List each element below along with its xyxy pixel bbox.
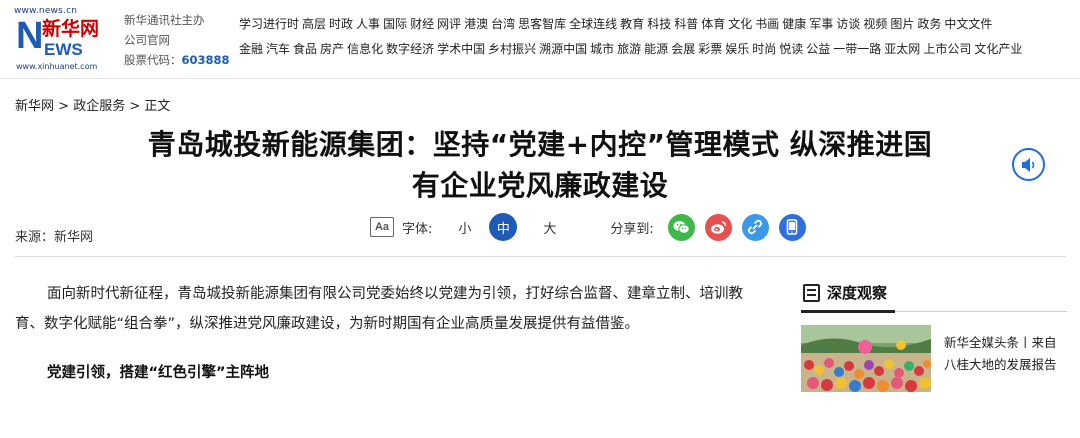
article-title-line-2: 有企业党风廉政建设 [411, 169, 669, 202]
sidebar-news-thumbnail[interactable] [801, 325, 931, 392]
font-size-small[interactable]: 小 [458, 218, 471, 237]
nav-link[interactable]: 科技 [647, 17, 671, 31]
breadcrumb-section[interactable]: 政企服务 [73, 99, 125, 114]
site-header: www.news.cn N 新华网 EWS www.xinhuanet.com … [0, 0, 1080, 79]
read-aloud-button[interactable] [1012, 148, 1045, 181]
breadcrumb-home[interactable]: 新华网 [15, 99, 54, 114]
nav-link[interactable]: 会展 [671, 42, 695, 56]
article-subheading: 党建引领，搭建“红色引擎”主阵地 [47, 365, 270, 381]
share-mobile-button[interactable] [778, 213, 806, 241]
share-weibo-button[interactable] [704, 213, 732, 241]
sidebar-news-item[interactable]: 新华全媒头条丨来自八桂大地的发展报告 [801, 325, 1067, 395]
article-toolbar: Aa 字体: 小 中 大 分享到: [370, 212, 816, 242]
nav-link[interactable]: 学术中国 [437, 42, 485, 56]
nav-row-1: 学习进行时 高层 时政 人事 国际 财经 网评 港澳 台湾 思客智库 全球连线 教育 科技 科普 体育 文化书… [239, 15, 1079, 40]
nav-link[interactable]: 时政 [329, 17, 353, 31]
article-source: 来源：新华网 [15, 230, 94, 245]
breadcrumb: 新华网 > 政企服务 > 正文 [15, 95, 170, 114]
nav-link[interactable]: 彩票 [698, 42, 722, 56]
logo-letter-n: N [16, 15, 44, 57]
font-size-medium[interactable]: 中 [489, 213, 518, 241]
nav-link[interactable]: 数字经济 [386, 42, 434, 56]
nav-link[interactable]: 悦读 [779, 42, 803, 56]
nav-link[interactable]: 娱乐 [725, 42, 749, 56]
logo-url-secondary: www.xinhuanet.com [16, 62, 98, 71]
sidebar-header: 深度观察 [801, 280, 1067, 313]
article-title-line-1: 青岛城投新能源集团：坚持“党建+内控”管理模式 纵深推进国 [147, 128, 933, 161]
sidebar-title: 深度观察 [827, 284, 888, 302]
nav-link[interactable]: 科普 [674, 17, 698, 31]
festival-crowd-photo [801, 325, 931, 392]
newspaper-icon [803, 284, 820, 302]
nav-link[interactable]: 网评 [437, 17, 461, 31]
nav-link[interactable]: 中文文件 [944, 17, 992, 31]
nav-link[interactable]: 房产 [320, 42, 344, 56]
main-nav: 学习进行时 高层 时政 人事 国际 财经 网评 港澳 台湾 思客智库 全球连线 教育 科技 科普 体育 文化书… [239, 15, 1079, 65]
stock-code[interactable]: 603888 [182, 53, 230, 67]
nav-link[interactable]: 溯源中国 [539, 42, 587, 56]
nav-link[interactable]: 文化 [728, 17, 752, 31]
breadcrumb-separator: > [54, 99, 74, 114]
xinhua-logo[interactable]: www.news.cn N 新华网 EWS www.xinhuanet.com [14, 6, 106, 72]
article-paragraph: 面向新时代新征程，青岛城投新能源集团有限公司党委始终以党建为引领，打好综合监督、… [15, 286, 743, 332]
nav-link[interactable]: 教育 [620, 17, 644, 31]
nav-link[interactable]: 乡村振兴 [488, 42, 536, 56]
nav-link[interactable]: 人事 [356, 17, 380, 31]
share-wechat-button[interactable] [667, 213, 695, 241]
nav-link[interactable]: 军事 [809, 17, 833, 31]
breadcrumb-current: 正文 [144, 99, 171, 114]
nav-link[interactable]: 港澳 [464, 17, 488, 31]
nav-link[interactable]: 高层 [302, 17, 326, 31]
nav-link[interactable]: 亚太网 [884, 42, 920, 56]
speaker-icon [1021, 157, 1034, 172]
nav-link[interactable]: 财经 [410, 17, 434, 31]
nav-link[interactable]: 汽车 [266, 42, 290, 56]
share-link-button[interactable] [741, 213, 769, 241]
nav-link[interactable]: 学习进行时 [239, 17, 299, 31]
wechat-icon [673, 220, 690, 234]
nav-link[interactable]: 台湾 [491, 17, 515, 31]
nav-link[interactable]: 健康 [782, 17, 806, 31]
mobile-icon [787, 219, 798, 235]
logo-letters-ews: EWS [44, 40, 83, 59]
nav-link[interactable]: 能源 [644, 42, 668, 56]
nav-link[interactable]: 上市公司 [923, 42, 971, 56]
weibo-icon [710, 220, 727, 234]
nav-link[interactable]: 访谈 [836, 17, 860, 31]
font-size-icon: Aa [370, 217, 394, 237]
nav-row-2: 金融 汽车 食品 房产 信息化 数字经济 学术中国 乡村振兴 溯源中国 城市 旅游 能源 会展 彩票 娱乐时… [239, 40, 1079, 65]
link-icon [748, 219, 763, 235]
font-size-label: 字体: [402, 221, 433, 237]
nav-link[interactable]: 金融 [239, 42, 263, 56]
logo-chinese-name: 新华网 [42, 18, 100, 40]
content-divider [15, 256, 1066, 257]
nav-link[interactable]: 全球连线 [569, 17, 617, 31]
org-info: 新华通讯社主办 公司官网 股票代码：603888 [124, 10, 230, 70]
nav-link[interactable]: 图片 [890, 17, 914, 31]
nav-link[interactable]: 时尚 [752, 42, 776, 56]
nav-link[interactable]: 食品 [293, 42, 317, 56]
nav-link[interactable]: 体育 [701, 17, 725, 31]
stock-label: 股票代码： [124, 53, 182, 67]
font-size-large[interactable]: 大 [543, 218, 556, 237]
nav-link[interactable]: 政务 [917, 17, 941, 31]
share-label: 分享到: [610, 221, 654, 237]
nav-link[interactable]: 一带一路 [833, 42, 881, 56]
org-official-site: 公司官网 [124, 33, 170, 47]
nav-link[interactable]: 公益 [806, 42, 830, 56]
article-title: 青岛城投新能源集团：坚持“党建+内控”管理模式 纵深推进国 有企业党风廉政建设 [100, 124, 980, 206]
sidebar-title-underline [801, 310, 895, 313]
nav-link[interactable]: 城市 [590, 42, 614, 56]
nav-link[interactable]: 国际 [383, 17, 407, 31]
nav-link[interactable]: 旅游 [617, 42, 641, 56]
nav-link[interactable]: 思客智库 [518, 17, 566, 31]
nav-link[interactable]: 视频 [863, 17, 887, 31]
breadcrumb-separator: > [125, 99, 145, 114]
org-sponsor: 新华通讯社主办 [124, 13, 205, 27]
nav-link[interactable]: 文化产业 [974, 42, 1022, 56]
stock-info: 股票代码：603888 [124, 50, 230, 70]
nav-link[interactable]: 信息化 [347, 42, 383, 56]
nav-link[interactable]: 书画 [755, 17, 779, 31]
sidebar-news-title[interactable]: 新华全媒头条丨来自八桂大地的发展报告 [944, 332, 1068, 376]
